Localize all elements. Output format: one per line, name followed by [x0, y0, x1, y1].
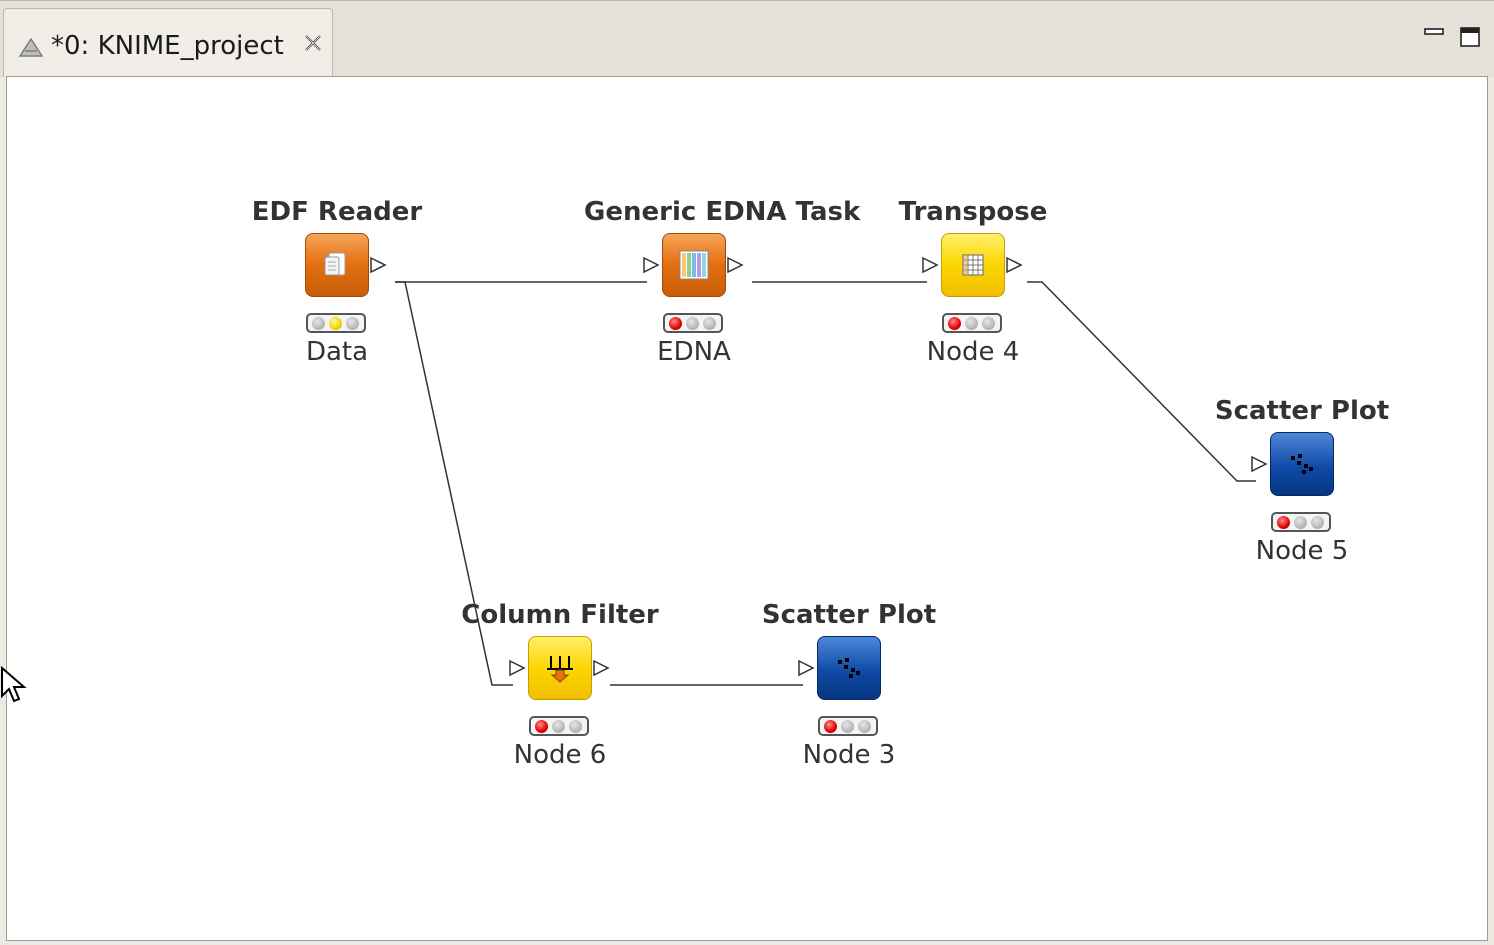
node-title: Column Filter [461, 600, 659, 630]
output-port[interactable] [369, 255, 389, 275]
scatter-plot-icon [1291, 454, 1313, 474]
node-body[interactable] [305, 233, 369, 297]
node-body[interactable] [662, 233, 726, 297]
input-port[interactable] [797, 658, 817, 678]
node-transpose[interactable]: Transpose Node 4 [863, 197, 1083, 377]
node-edf-reader[interactable]: EDF Reader Data [227, 197, 447, 377]
tab-title: *0: KNIME_project [51, 31, 284, 61]
node-body[interactable] [817, 636, 881, 700]
node-scatter-plot-5[interactable]: Scatter Plot Node 5 [1192, 396, 1412, 576]
node-column-filter[interactable]: Column Filter Node 6 [450, 600, 670, 780]
table-grid-icon [962, 254, 984, 276]
status-traffic-light [529, 716, 589, 736]
node-body[interactable] [528, 636, 592, 700]
node-label[interactable]: EDNA [584, 337, 804, 367]
output-port[interactable] [1005, 255, 1025, 275]
input-port[interactable] [921, 255, 941, 275]
input-port[interactable] [642, 255, 662, 275]
node-generic-edna-task[interactable]: Generic EDNA Task EDNA [584, 197, 861, 377]
status-traffic-light [1271, 512, 1331, 532]
tab-knime-project[interactable]: *0: KNIME_project [3, 8, 333, 77]
status-traffic-light [818, 716, 878, 736]
status-traffic-light [306, 313, 366, 333]
node-title: Generic EDNA Task [584, 197, 861, 227]
file-reader-icon [324, 252, 346, 276]
scatter-plot-icon [838, 658, 860, 678]
input-port[interactable] [508, 658, 528, 678]
maximize-icon[interactable] [1459, 26, 1481, 48]
node-label[interactable]: Node 3 [739, 740, 959, 770]
node-title: Transpose [898, 197, 1048, 227]
workflow-icon [18, 36, 44, 62]
input-port[interactable] [1250, 454, 1270, 474]
node-title: Scatter Plot [1214, 396, 1390, 426]
column-filter-icon [547, 656, 573, 683]
mouse-pointer-icon [0, 666, 27, 703]
node-label[interactable]: Node 5 [1192, 536, 1412, 566]
editor-tab-bar: *0: KNIME_project [0, 0, 1494, 77]
output-port[interactable] [592, 658, 612, 678]
close-icon[interactable] [300, 31, 326, 57]
node-body[interactable] [941, 233, 1005, 297]
node-scatter-plot-3[interactable]: Scatter Plot Node 3 [739, 600, 959, 780]
status-traffic-light [663, 313, 723, 333]
node-label[interactable]: Node 6 [450, 740, 670, 770]
columns-icon [679, 250, 709, 280]
status-traffic-light [942, 313, 1002, 333]
node-title: EDF Reader [251, 197, 423, 227]
node-body[interactable] [1270, 432, 1334, 496]
minimize-icon[interactable] [1423, 25, 1447, 41]
node-label[interactable]: Node 4 [863, 337, 1083, 367]
workflow-canvas[interactable]: EDF Reader Data Generic EDNA Task EDNA T… [6, 76, 1488, 941]
output-port[interactable] [726, 255, 746, 275]
node-label[interactable]: Data [227, 337, 447, 367]
node-title: Scatter Plot [761, 600, 937, 630]
